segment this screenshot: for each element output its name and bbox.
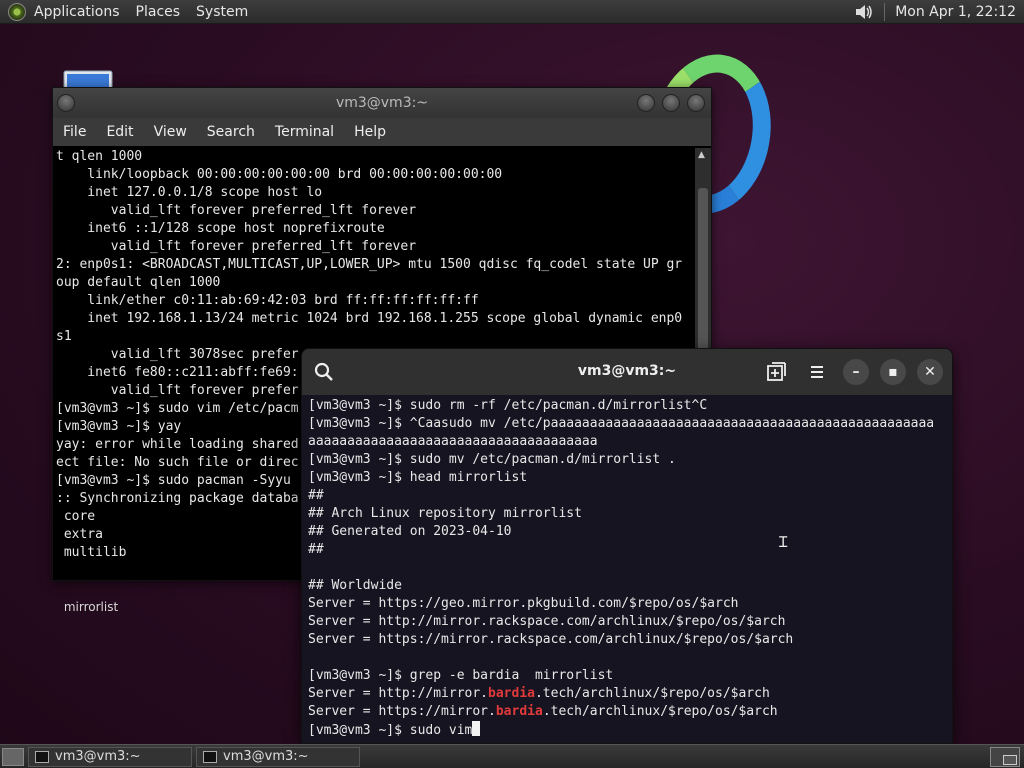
- terminal-line: 2: enp0s1: <BROADCAST,MULTICAST,UP,LOWER…: [56, 257, 683, 272]
- taskbar-item-terminal-2[interactable]: vm3@vm3:~: [196, 746, 360, 767]
- terminal-line: ## Generated on 2023-04-10: [308, 524, 512, 539]
- terminal-line: Server = https://mirror.rackspace.com/ar…: [308, 632, 794, 647]
- terminal-icon: [203, 750, 217, 763]
- grep-line-suffix: .tech/archlinux/$repo/os/$arch: [534, 686, 770, 701]
- desktop-file-mirrorlist[interactable]: mirrorlist: [56, 600, 126, 614]
- terminal-line: inet6 ::1/128 scope host noprefixroute: [56, 221, 385, 236]
- grep-line-suffix: .tech/archlinux/$repo/os/$arch: [542, 704, 778, 719]
- workspace-switcher[interactable]: [990, 746, 1020, 767]
- terminal-cursor: [472, 721, 481, 736]
- scroll-up-icon[interactable]: ▲: [698, 150, 705, 160]
- close-icon[interactable]: ✕: [917, 359, 943, 385]
- grep-line-prefix: Server = http://mirror.: [308, 686, 489, 701]
- terminal-line: [vm3@vm3 ~]$ ^Caasudo mv /etc/paaaaaaaaa…: [308, 416, 935, 431]
- terminal-line: ## Arch Linux repository mirrorlist: [308, 506, 582, 521]
- menu-system[interactable]: System: [188, 4, 256, 20]
- window-headerbar[interactable]: vm3@vm3:~ – ▪ ✕: [302, 349, 952, 395]
- terminal-line: [vm3@vm3 ~]$ grep -e bardia mirrorlist: [308, 668, 614, 683]
- window-menu-icon[interactable]: [57, 94, 75, 112]
- panel-separator: [884, 2, 886, 21]
- menu-places[interactable]: Places: [128, 4, 189, 20]
- menu-applications[interactable]: Applications: [26, 4, 128, 20]
- terminal-line: [vm3@vm3 ~]$ sudo mv /etc/pacman.d/mirro…: [308, 452, 676, 467]
- applications-logo-icon[interactable]: [8, 2, 26, 21]
- prompt-text: [vm3@vm3 ~]$ sudo vim: [308, 723, 473, 738]
- terminal-line: valid_lft forever preferred_lft forever: [56, 239, 417, 254]
- window-titlebar[interactable]: vm3@vm3:~: [53, 88, 711, 118]
- volume-icon[interactable]: [854, 3, 874, 21]
- menu-file[interactable]: File: [53, 124, 96, 140]
- grep-match-highlight: bardia: [495, 704, 543, 719]
- menu-search[interactable]: Search: [197, 124, 265, 140]
- terminal-line: aaaaaaaaaaaaaaaaaaaaaaaaaaaaaaaaaaaaa: [308, 434, 598, 449]
- maximize-icon[interactable]: ▪: [880, 359, 906, 385]
- grep-result-line: Server = https://mirror.bardia.tech/arch…: [308, 703, 952, 721]
- menu-edit[interactable]: Edit: [96, 124, 143, 140]
- grep-match-highlight: bardia: [488, 686, 535, 701]
- task-label: vm3@vm3:~: [223, 749, 309, 764]
- maximize-icon[interactable]: [662, 94, 680, 112]
- menu-terminal[interactable]: Terminal: [265, 124, 344, 140]
- terminal-line: valid_lft forever preferred_lft forever: [56, 203, 417, 218]
- task-label: vm3@vm3:~: [55, 749, 141, 764]
- terminal-line: Server = http://mirror.rackspace.com/arc…: [308, 614, 786, 629]
- minimize-icon[interactable]: [637, 94, 655, 112]
- new-tab-icon[interactable]: [764, 360, 788, 384]
- terminal-line: oup default qlen 1000: [56, 275, 221, 290]
- terminal-line: ## Worldwide: [308, 578, 402, 593]
- terminal-window-front[interactable]: vm3@vm3:~ – ▪ ✕ [vm3@vm3 ~]$ sudo rm -rf…: [301, 348, 953, 744]
- terminal-output[interactable]: [vm3@vm3 ~]$ sudo rm -rf /etc/pacman.d/m…: [308, 397, 952, 743]
- terminal-line: inet 192.168.1.13/24 metric 1024 brd 192…: [56, 311, 683, 326]
- terminal-line: ##: [308, 488, 324, 503]
- terminal-line: link/loopback 00:00:00:00:00:00 brd 00:0…: [56, 167, 503, 182]
- window-title: vm3@vm3:~: [335, 95, 429, 111]
- grep-result-line: Server = http://mirror.bardia.tech/archl…: [308, 685, 952, 703]
- top-panel: Applications Places System Mon Apr 1, 22…: [0, 0, 1024, 24]
- terminal-line: Server = https://geo.mirror.pkgbuild.com…: [308, 596, 739, 611]
- hamburger-menu-icon[interactable]: [805, 360, 829, 384]
- prompt-line[interactable]: [vm3@vm3 ~]$ sudo vim: [308, 721, 952, 740]
- minimize-icon[interactable]: –: [843, 359, 869, 385]
- terminal-line: t qlen 1000: [56, 149, 143, 164]
- terminal-line: ##: [308, 542, 324, 557]
- terminal-line: s1: [56, 329, 72, 344]
- taskbar-item-terminal-1[interactable]: vm3@vm3:~: [28, 746, 192, 767]
- clock[interactable]: Mon Apr 1, 22:12: [895, 4, 1016, 20]
- terminal-line: inet 127.0.0.1/8 scope host lo: [56, 185, 323, 200]
- show-desktop-button[interactable]: [2, 747, 24, 766]
- grep-line-prefix: Server = https://mirror.: [308, 704, 496, 719]
- terminal-line: [vm3@vm3 ~]$ sudo rm -rf /etc/pacman.d/m…: [308, 398, 708, 413]
- desktop-icon-label: mirrorlist: [63, 600, 119, 614]
- text-cursor-icon: Ɪ: [779, 533, 788, 551]
- panel-tray: Mon Apr 1, 22:12: [854, 2, 1024, 21]
- close-icon[interactable]: [687, 94, 705, 112]
- bottom-panel: vm3@vm3:~ vm3@vm3:~: [0, 744, 1024, 768]
- terminal-icon: [35, 750, 49, 763]
- menu-view[interactable]: View: [144, 124, 197, 140]
- menu-help[interactable]: Help: [344, 124, 396, 140]
- terminal-menubar: File Edit View Search Terminal Help: [53, 118, 711, 146]
- terminal-line: [vm3@vm3 ~]$ head mirrorlist: [308, 470, 528, 485]
- terminal-line: link/ether c0:11:ab:69:42:03 brd ff:ff:f…: [56, 293, 479, 308]
